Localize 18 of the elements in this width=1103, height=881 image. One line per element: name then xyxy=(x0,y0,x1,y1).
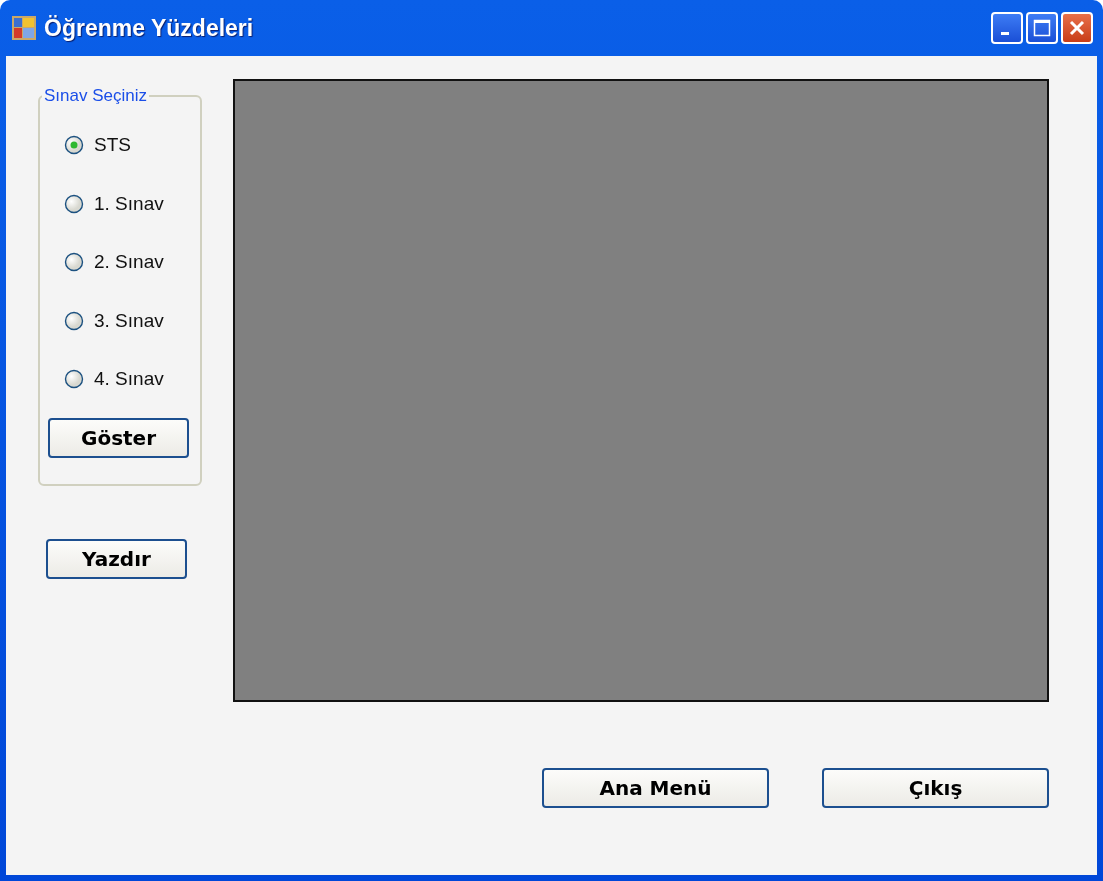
close-icon xyxy=(1068,19,1086,37)
group-title: Sınav Seçiniz xyxy=(43,86,148,106)
radio-option[interactable]: 1. Sınav xyxy=(64,174,200,233)
minimize-icon xyxy=(1000,31,1009,35)
main-menu-button[interactable]: Ana Menü xyxy=(542,768,769,808)
show-button[interactable]: Göster xyxy=(48,417,189,458)
window-title: Öğrenme Yüzdeleri xyxy=(44,14,254,42)
minimize-button[interactable] xyxy=(991,12,1023,44)
maximize-button[interactable] xyxy=(1026,12,1058,44)
exit-button[interactable]: Çıkış xyxy=(822,768,1049,808)
maximize-icon xyxy=(1033,19,1051,37)
radio-option[interactable]: 4. Sınav xyxy=(64,350,200,409)
print-button[interactable]: Yazdır xyxy=(46,539,187,579)
radio-option[interactable]: 2. Sınav xyxy=(64,233,200,292)
radio-option[interactable]: STS xyxy=(64,116,200,175)
app-icon xyxy=(12,16,36,40)
close-button[interactable] xyxy=(1061,12,1093,44)
radio-option[interactable]: 3. Sınav xyxy=(64,291,200,350)
